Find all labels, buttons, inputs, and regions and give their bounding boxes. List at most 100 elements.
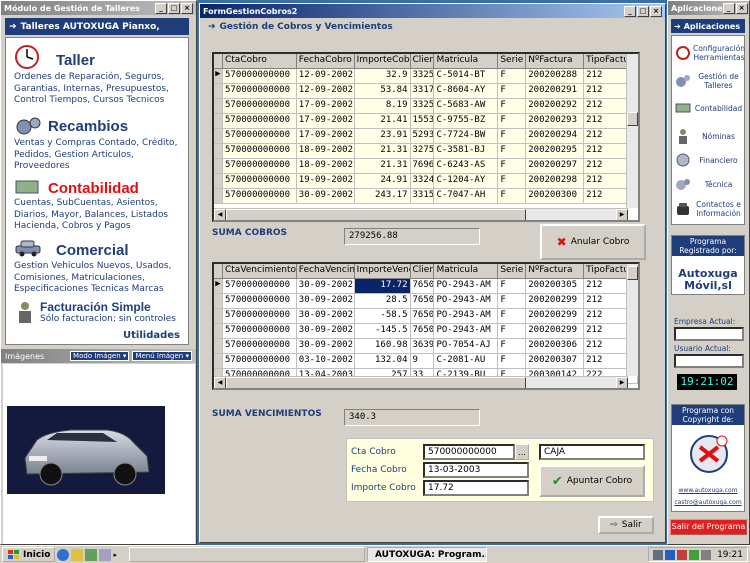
task-button-empty[interactable]: [128, 547, 365, 562]
scroll-thumb[interactable]: [627, 266, 638, 280]
table-cell[interactable]: 30-09-2002: [296, 294, 355, 309]
table-cell[interactable]: F: [498, 129, 527, 144]
table-cell[interactable]: 570000000000: [222, 294, 297, 309]
table-cell[interactable]: C-8604-AY: [434, 84, 499, 99]
table-row[interactable]: 570000000000 30-09-2002 243.17 3315 C-7047-A…: [214, 189, 638, 204]
table-cell[interactable]: PO-2943-AM: [434, 294, 499, 309]
tray-icon[interactable]: [677, 549, 688, 560]
table-cell[interactable]: F: [498, 309, 527, 324]
start-button[interactable]: Inicio: [2, 547, 56, 562]
table-row[interactable]: 570000000000 17-09-2002 23.91 5293 C-7724-BW…: [214, 129, 638, 144]
column-header[interactable]: FechaCobro: [296, 54, 355, 69]
main-titlebar[interactable]: FormGestionCobros2 _ □ ×: [200, 4, 665, 18]
column-header[interactable]: Serie: [498, 264, 527, 279]
table-cell[interactable]: 03-10-2002: [296, 354, 355, 369]
table-cell[interactable]: 18-09-2002: [296, 144, 355, 159]
scroll-thumb[interactable]: [226, 377, 526, 388]
table-row[interactable]: 570000000000 17-09-2002 21.41 1553 C-9755-BZ…: [214, 114, 638, 129]
table-cell[interactable]: 30-09-2002: [296, 339, 355, 354]
table-cell[interactable]: 570000000000: [222, 99, 297, 114]
table-cell[interactable]: C-5683-AW: [434, 99, 499, 114]
table-cell[interactable]: -58.5: [354, 309, 411, 324]
apuntar-cobro-button[interactable]: ✔ Apuntar Cobro: [539, 465, 645, 497]
table-cell[interactable]: F: [498, 69, 527, 84]
close-button[interactable]: ×: [735, 2, 748, 14]
table-cell[interactable]: 243.17: [354, 189, 411, 204]
table-cell[interactable]: 30-09-2002: [296, 309, 355, 324]
right-titlebar[interactable]: Aplicacione _ ×: [668, 1, 749, 15]
table-cell[interactable]: 23.91: [354, 129, 411, 144]
table-cell[interactable]: 53.84: [354, 84, 411, 99]
cta-cobro-input[interactable]: 570000000000: [423, 444, 515, 460]
app-configuracion[interactable]: Configuración Herramientas: [672, 44, 745, 62]
table-cell[interactable]: F: [498, 189, 527, 204]
table-cell[interactable]: 3325: [410, 99, 435, 114]
cobros-grid[interactable]: CtaCobroFechaCobroImporteCobroClienteMat…: [212, 52, 640, 222]
column-header[interactable]: Serie: [498, 54, 527, 69]
salir-programa-button[interactable]: Salir del Programa: [670, 519, 747, 535]
table-cell[interactable]: 17-09-2002: [296, 129, 355, 144]
salir-button[interactable]: ⇨ Salir: [598, 516, 654, 534]
empresa-input[interactable]: [674, 327, 744, 341]
browser-icon[interactable]: [57, 548, 70, 561]
table-cell[interactable]: C-6243-AS: [434, 159, 499, 174]
table-cell[interactable]: 28.5: [354, 294, 411, 309]
column-header[interactable]: Cliente: [410, 54, 435, 69]
chevron-right-icon[interactable]: ▸: [113, 551, 117, 559]
quicklaunch-icon[interactable]: [99, 548, 112, 561]
cobros-hscroll[interactable]: ◀ ▶: [214, 208, 628, 220]
tray-icon[interactable]: [689, 549, 700, 560]
task-button-autoxuga[interactable]: AUTOXUGA: Program...: [366, 547, 487, 562]
table-cell[interactable]: 570000000000: [222, 309, 297, 324]
importe-cobro-input[interactable]: 17.72: [423, 480, 529, 496]
table-cell[interactable]: 9: [410, 354, 435, 369]
close-button[interactable]: ×: [650, 5, 662, 17]
table-cell[interactable]: C-3581-BJ: [434, 144, 499, 159]
table-cell[interactable]: F: [498, 354, 527, 369]
table-cell[interactable]: C-7047-AH: [434, 189, 499, 204]
table-cell[interactable]: 200200299: [526, 309, 585, 324]
table-cell[interactable]: C-2081-AU: [434, 354, 499, 369]
table-cell[interactable]: 21.41: [354, 114, 411, 129]
maximize-button[interactable]: □: [637, 5, 649, 17]
table-cell[interactable]: 200200299: [526, 324, 585, 339]
table-cell[interactable]: PO-2943-AM: [434, 324, 499, 339]
vencimientos-grid[interactable]: CtaVencimientoFechaVencimientoImporteVen…: [212, 262, 640, 390]
table-cell[interactable]: F: [498, 174, 527, 189]
minimize-button[interactable]: _: [722, 2, 735, 14]
table-cell[interactable]: C-1204-AY: [434, 174, 499, 189]
table-cell[interactable]: PO-2943-AM: [434, 279, 499, 294]
table-cell[interactable]: F: [498, 84, 527, 99]
table-cell[interactable]: F: [498, 159, 527, 174]
fecha-cobro-input[interactable]: 13-03-2003: [423, 462, 529, 478]
table-row[interactable]: 570000000000 12-09-2002 53.84 3317 C-8604-AY…: [214, 84, 638, 99]
app-tecnica[interactable]: Técnica: [672, 176, 744, 192]
table-cell[interactable]: 132.04: [354, 354, 411, 369]
table-cell[interactable]: 30-09-2002: [296, 324, 355, 339]
table-cell[interactable]: 3324: [410, 174, 435, 189]
table-cell[interactable]: 570000000000: [222, 354, 297, 369]
table-cell[interactable]: F: [498, 324, 527, 339]
table-cell[interactable]: F: [498, 279, 527, 294]
column-header[interactable]: NºFactura: [526, 54, 585, 69]
table-cell[interactable]: 17-09-2002: [296, 114, 355, 129]
minimize-button[interactable]: _: [155, 2, 167, 14]
table-cell[interactable]: 570000000000: [222, 189, 297, 204]
table-cell[interactable]: 30-09-2002: [296, 189, 355, 204]
scroll-right-icon[interactable]: ▶: [616, 209, 628, 220]
table-cell[interactable]: 570000000000: [222, 114, 297, 129]
desktop-icon[interactable]: [85, 548, 98, 561]
left-titlebar[interactable]: Módulo de Gestión de Talleres _ □ ×: [1, 1, 196, 15]
maximize-button[interactable]: □: [168, 2, 180, 14]
table-cell[interactable]: 7650: [410, 309, 435, 324]
table-cell[interactable]: 3325: [410, 69, 435, 84]
table-cell[interactable]: F: [498, 99, 527, 114]
app-contabilidad[interactable]: Contabilidad: [672, 100, 744, 116]
anular-cobro-button[interactable]: ✖ Anular Cobro: [540, 224, 646, 260]
utilidades-link[interactable]: Utilidades: [123, 330, 180, 341]
folder-icon[interactable]: [71, 548, 84, 561]
table-row[interactable]: 570000000000 30-09-2002 -58.5 7650 PO-2943-A…: [214, 309, 638, 324]
table-cell[interactable]: 8.19: [354, 99, 411, 114]
table-cell[interactable]: 200200291: [526, 84, 585, 99]
table-cell[interactable]: 17.72: [354, 279, 411, 294]
